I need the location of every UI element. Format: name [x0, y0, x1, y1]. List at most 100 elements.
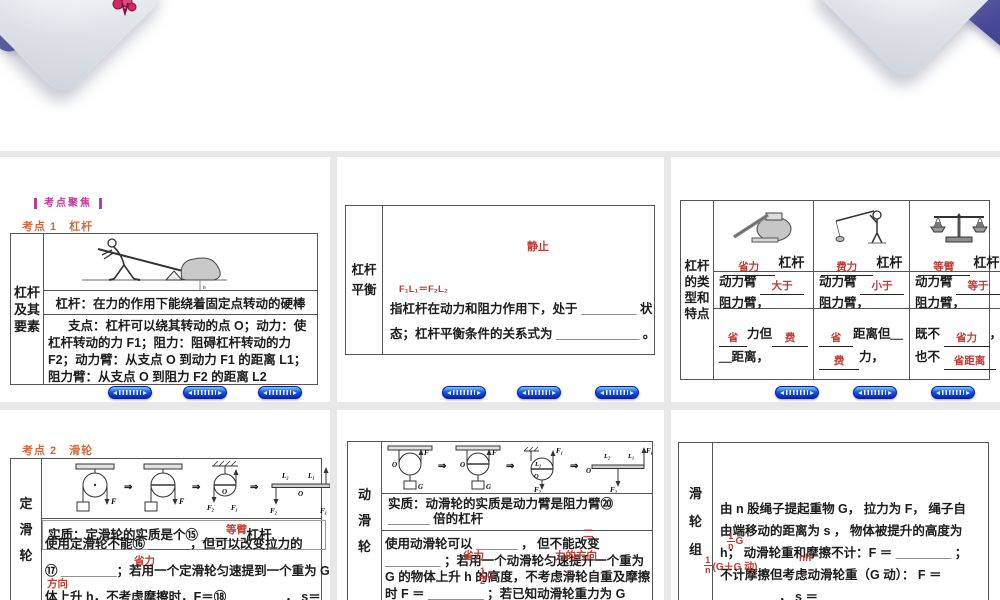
nav-button-prev[interactable] [108, 386, 152, 399]
row-label-line: 杠杆 [13, 284, 40, 300]
svg-text:O: O [392, 461, 397, 469]
movable-pulley-row-label: 动 滑 轮 [348, 442, 382, 600]
fixed-pulley-row-label: 定 滑 轮 [11, 459, 42, 600]
feat-text: ， [990, 327, 1000, 341]
fraction-numerator: 1 [480, 566, 486, 576]
row-label-line: 杠杆 [351, 263, 377, 277]
row-label-line: 滑 [688, 485, 702, 501]
arm-prefix: 动力臂 [819, 275, 857, 289]
label-suffix: 杠杆 [973, 255, 1000, 270]
section-title-2: 考点 2 滑轮 [22, 445, 94, 457]
slide-lever-elements: 考点聚焦 考点 1 杠杆 杠杆 及其 要素 h 杠杆：在力的作用下能绕着固定点转… [0, 157, 330, 402]
svg-text:⇒: ⇒ [438, 461, 447, 472]
fraction-rest: G [487, 571, 495, 582]
lever-types-table: 杠杆 的类 型和 特点 省力 杠杆 动力臂 大于 阻力臂， 省 力但 费 ＿距离… [680, 200, 1000, 380]
balance-text: 指杠杆在动力和阻力作用下，处于 ________ 状态；杠杆平衡条件的关系式为 … [390, 302, 656, 341]
nav-button-next[interactable] [258, 386, 302, 399]
svg-text:F: F [110, 497, 117, 506]
svg-text:⇒: ⇒ [506, 461, 515, 472]
fraction-numerator: 1 [705, 555, 711, 565]
lever-type-column-effort-costing: 费力 杠杆 动力臂 小于 阻力臂， 省距离但＿ 费力， [813, 201, 910, 379]
answer-arm: 等于 [967, 280, 989, 292]
bottle-opener-icon [732, 212, 791, 243]
movable-pulley-usage: 使用动滑轮可以 ______ ， 但不能改变 ________ ；若用一个动滑轮… [385, 537, 651, 600]
fraction-denominator: n [727, 541, 735, 551]
svg-text:O: O [222, 488, 227, 496]
types-row-label: 杠杆 的类 型和 特点 [681, 201, 714, 379]
svg-text:L₁: L₁ [307, 472, 315, 480]
answer-f-with-pulley-weight: 1n (G＋G 动) [704, 556, 758, 575]
svg-text:F: F [424, 449, 429, 457]
svg-text:F₂: F₂ [534, 486, 542, 493]
nav-button-next[interactable] [931, 386, 975, 399]
answer-save-effort: 省力 [463, 550, 484, 562]
lever-elements-text: 支点：杠杆可以绕其转动的点 O；动力：使杠杆转动的力 F1；阻力：阻碍杠杆转动的… [48, 319, 307, 384]
answer-half-g: 12 G [479, 567, 495, 586]
slide-lever-balance: 杠杆 平衡 指杠杆在动力和阻力作用下，处于 ________ 状态；杠杆平衡条件… [337, 157, 664, 402]
page: 考点聚焦 考点 1 杠杆 杠杆 及其 要素 h 杠杆：在力的作用下能绕着固定点转… [0, 0, 1000, 600]
svg-text:⇒: ⇒ [124, 482, 133, 493]
answer-feat: 省 [830, 332, 842, 344]
svg-text:O: O [298, 490, 303, 498]
svg-text:G: G [418, 483, 423, 491]
svg-text:L₂: L₂ [534, 461, 541, 468]
nav-button-next[interactable] [595, 386, 639, 399]
row-label-line: 要素 [13, 318, 40, 334]
row-label-line: 的类 [684, 275, 710, 289]
balance-scale-icon [929, 213, 988, 243]
ribbon-left [0, 0, 170, 99]
lever-definition: 杠杆：在力的作用下能绕着固定点转动的硬棒 [44, 291, 317, 315]
svg-text:G: G [486, 483, 491, 491]
svg-text:F₁: F₁ [556, 447, 563, 455]
fraction-denominator: 2 [479, 576, 487, 586]
nav-button-prev[interactable] [775, 386, 819, 399]
answer-state: 静止 [527, 241, 549, 253]
fixed-pulley-diagram-cell: F ⇒ F ⇒ O F₂ F₁ ⇒ L₂ L₁ O F₂ F₁ [42, 459, 330, 519]
label-suffix: 杠杆 [876, 255, 903, 270]
row-label-line: 组 [688, 541, 702, 557]
svg-text:O: O [534, 473, 539, 480]
row-label-line: 杠杆 [684, 259, 710, 273]
svg-text:F₂: F₂ [270, 507, 278, 515]
fraction-rest: (G＋G 动) [712, 562, 758, 573]
movable-pulley-diagram: F O G ⇒ F O G ⇒ L₂ O F₁ F₂ ⇒ O L₂ L₁ F F… [387, 445, 652, 493]
nav-button-home[interactable] [853, 386, 897, 399]
fixed-pulley-line1: 使用定滑轮不能⑯ ______，但可以改变拉力的 [45, 537, 303, 551]
nav-button-home[interactable] [183, 386, 227, 399]
row-label-line: 轮 [688, 513, 702, 529]
balance-row-label: 杠杆 平衡 [346, 206, 383, 354]
lever-table-row-label: 杠杆 及其 要素 [11, 234, 44, 384]
svg-text:F₁: F₁ [231, 504, 238, 512]
fraction-denominator: n [704, 565, 712, 575]
answer-feat: 费 [784, 332, 796, 344]
lever-type-column-equal-arm: 等臂 杠杆 动力臂 等于 阻力臂， 既不 省力， 也不 省距离 [909, 201, 1000, 379]
svg-text:F₂: F₂ [610, 486, 618, 493]
pulley-system-row-label: 滑 轮 组 [679, 443, 713, 600]
svg-text:F₁: F₁ [320, 507, 327, 515]
svg-text:O: O [586, 467, 591, 475]
row-label-line: 轮 [19, 547, 33, 563]
slide-fixed-pulley: 考点 2 滑轮 定 滑 轮 F ⇒ F ⇒ O F₂ F₁ ⇒ L₂ L₁ O … [0, 410, 330, 600]
lever-man-illustration: h [82, 238, 227, 291]
label-suffix: 杠杆 [778, 255, 805, 270]
row-label-line: 平衡 [351, 283, 377, 297]
movable-pulley-essence: 实质：动滑轮的实质是动力臂是阻力臂⑳ ______ 倍的杠杆 [382, 494, 652, 531]
row-label-line: 滑 [19, 521, 33, 537]
svg-text:F₂: F₂ [207, 504, 215, 512]
svg-text:F: F [492, 449, 497, 457]
arm-prefix: 动力臂 [719, 275, 757, 289]
answer-force-direction: 力的方向 [555, 550, 597, 562]
answer-feat: 省力 [956, 332, 978, 344]
nav-button-home[interactable] [517, 386, 561, 399]
svg-text:L₂: L₂ [281, 472, 289, 480]
ribbon-right [810, 0, 1000, 83]
slide-lever-types: 杠杆 的类 型和 特点 省力 杠杆 动力臂 大于 阻力臂， 省 力但 费 ＿距离… [671, 157, 1000, 402]
feat-text: 距离但＿ [853, 327, 904, 341]
focus-header: 考点聚焦 [34, 193, 102, 211]
nav-button-prev[interactable] [442, 386, 486, 399]
feat-text: 力， [859, 350, 885, 364]
slide-pulley-system: 滑 轮 组 由 n 股绳子提起重物 G， 拉力为 F， 绳子自由端移动的距离为 … [671, 410, 1000, 600]
svg-text:⇒: ⇒ [570, 461, 579, 472]
fishing-rod-icon [835, 210, 886, 244]
fraction-numerator: 1 [728, 531, 734, 541]
